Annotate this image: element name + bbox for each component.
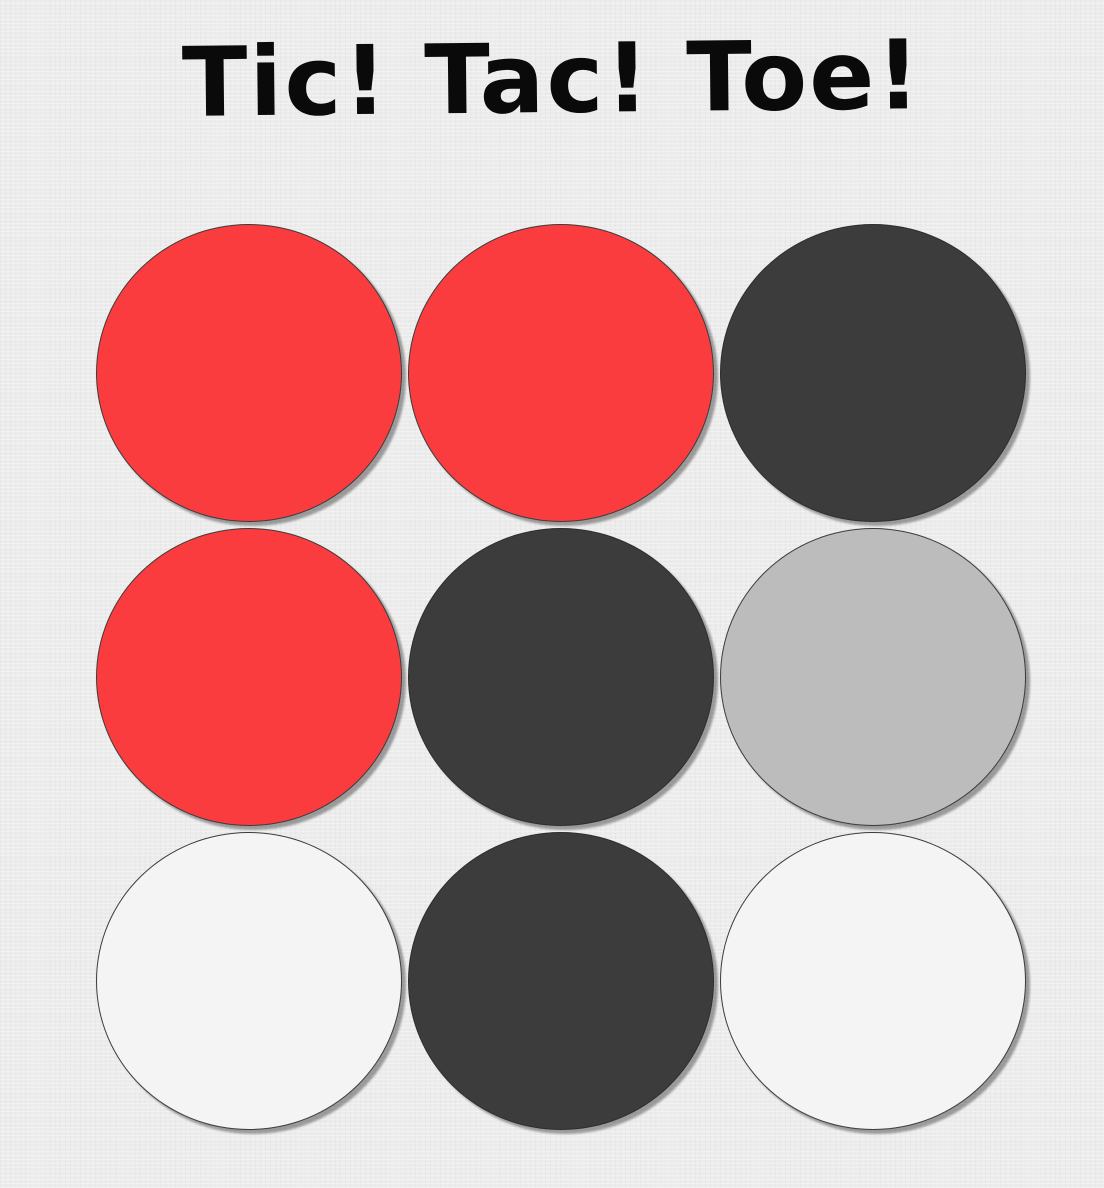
cell-0-2[interactable] xyxy=(720,224,1026,522)
cell-0-0[interactable] xyxy=(96,224,402,522)
cell-1-1[interactable] xyxy=(408,528,714,826)
cell-2-1[interactable] xyxy=(408,832,714,1130)
cell-0-1[interactable] xyxy=(408,224,714,522)
cell-2-0[interactable] xyxy=(96,832,402,1130)
cell-1-0[interactable] xyxy=(96,528,402,826)
cell-2-2[interactable] xyxy=(720,832,1026,1130)
game-title: Tic! Tac! Toe! xyxy=(181,19,923,139)
cell-1-2[interactable] xyxy=(720,528,1026,826)
game-board xyxy=(96,224,1032,1136)
